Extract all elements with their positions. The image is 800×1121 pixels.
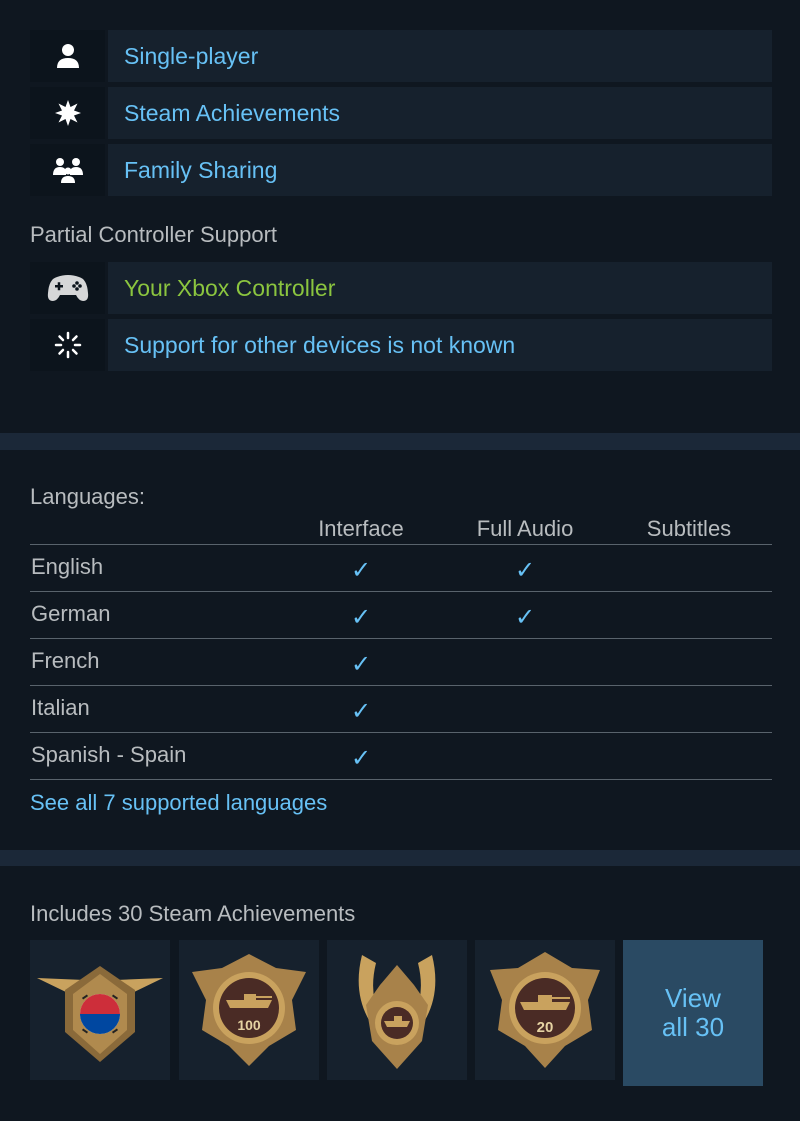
tank-100-badge-icon: 100: [192, 954, 306, 1066]
tank-20-badge-icon: 20: [490, 952, 600, 1068]
feature-label[interactable]: Family Sharing: [108, 144, 772, 196]
single-player-icon: [30, 30, 105, 82]
see-all-languages-link[interactable]: See all 7 supported languages: [30, 790, 327, 816]
languages-table-header: Interface Full Audio Subtitles: [30, 512, 772, 545]
controller-list: Your Xbox Controller Support for other d…: [30, 262, 772, 376]
achievements-heading: Includes 30 Steam Achievements: [30, 901, 356, 926]
family-sharing-icon: [30, 144, 105, 196]
check-icon: ✓: [350, 604, 372, 631]
achievement-badge-tank-20[interactable]: 20: [475, 940, 615, 1080]
check-icon: ✓: [350, 651, 372, 678]
check-icon: ✓: [350, 698, 372, 725]
column-full-audio: Full Audio: [476, 516, 574, 541]
view-all-achievements-button[interactable]: View all 30: [623, 940, 763, 1086]
section-divider: [0, 433, 800, 450]
feature-label[interactable]: Steam Achievements: [108, 87, 772, 139]
language-name: French: [31, 648, 100, 673]
language-name: English: [31, 554, 104, 579]
language-row: French ✓: [30, 639, 772, 686]
language-name: Italian: [31, 695, 90, 720]
controller-other-devices[interactable]: Support for other devices is not known: [30, 319, 772, 371]
view-all-line1: View: [665, 983, 721, 1013]
feature-single-player[interactable]: Single-player: [30, 30, 772, 82]
gamepad-icon: [30, 262, 105, 314]
languages-rows: English ✓ ✓ German ✓ ✓ French ✓ Italian ✓ Spanish …: [30, 545, 772, 780]
section-divider: [0, 850, 800, 866]
korea-flag-badge-icon: [37, 966, 163, 1062]
controller-xbox[interactable]: Your Xbox Controller: [30, 262, 772, 314]
svg-text:100: 100: [237, 1017, 261, 1033]
column-subtitles: Subtitles: [646, 516, 732, 541]
achievement-star-icon: [30, 87, 105, 139]
feature-family-sharing[interactable]: Family Sharing: [30, 144, 772, 196]
check-icon: ✓: [350, 745, 372, 772]
language-row: English ✓ ✓: [30, 545, 772, 592]
achievement-badge-korea-flag[interactable]: [30, 940, 170, 1080]
svg-text:20: 20: [537, 1019, 554, 1036]
language-row: Italian ✓: [30, 686, 772, 733]
language-row: Spanish - Spain ✓: [30, 733, 772, 780]
feature-steam-achievements[interactable]: Steam Achievements: [30, 87, 772, 139]
features-list: Single-player Steam Achievements Family …: [30, 30, 772, 201]
feature-label[interactable]: Single-player: [108, 30, 772, 82]
tank-wreath-badge-icon: [358, 955, 436, 1069]
achievement-badge-tank-wreath[interactable]: [327, 940, 467, 1080]
languages-heading: Languages:: [30, 484, 145, 509]
language-row: German ✓ ✓: [30, 592, 772, 639]
languages-table: Interface Full Audio Subtitles English ✓ ✓…: [30, 512, 772, 780]
column-interface: Interface: [318, 516, 404, 541]
language-name: Spanish - Spain: [31, 742, 187, 767]
controller-support-heading: Partial Controller Support: [30, 222, 278, 247]
language-name: German: [31, 601, 111, 626]
view-all-line2: all 30: [661, 1012, 725, 1042]
controller-label[interactable]: Your Xbox Controller: [108, 262, 772, 314]
controller-label[interactable]: Support for other devices is not known: [108, 319, 772, 371]
check-icon: ✓: [514, 557, 536, 584]
check-icon: ✓: [350, 557, 372, 584]
achievement-badge-tank-100[interactable]: 100: [179, 940, 319, 1080]
check-icon: ✓: [514, 604, 536, 631]
loading-spinner-icon: [30, 319, 105, 371]
